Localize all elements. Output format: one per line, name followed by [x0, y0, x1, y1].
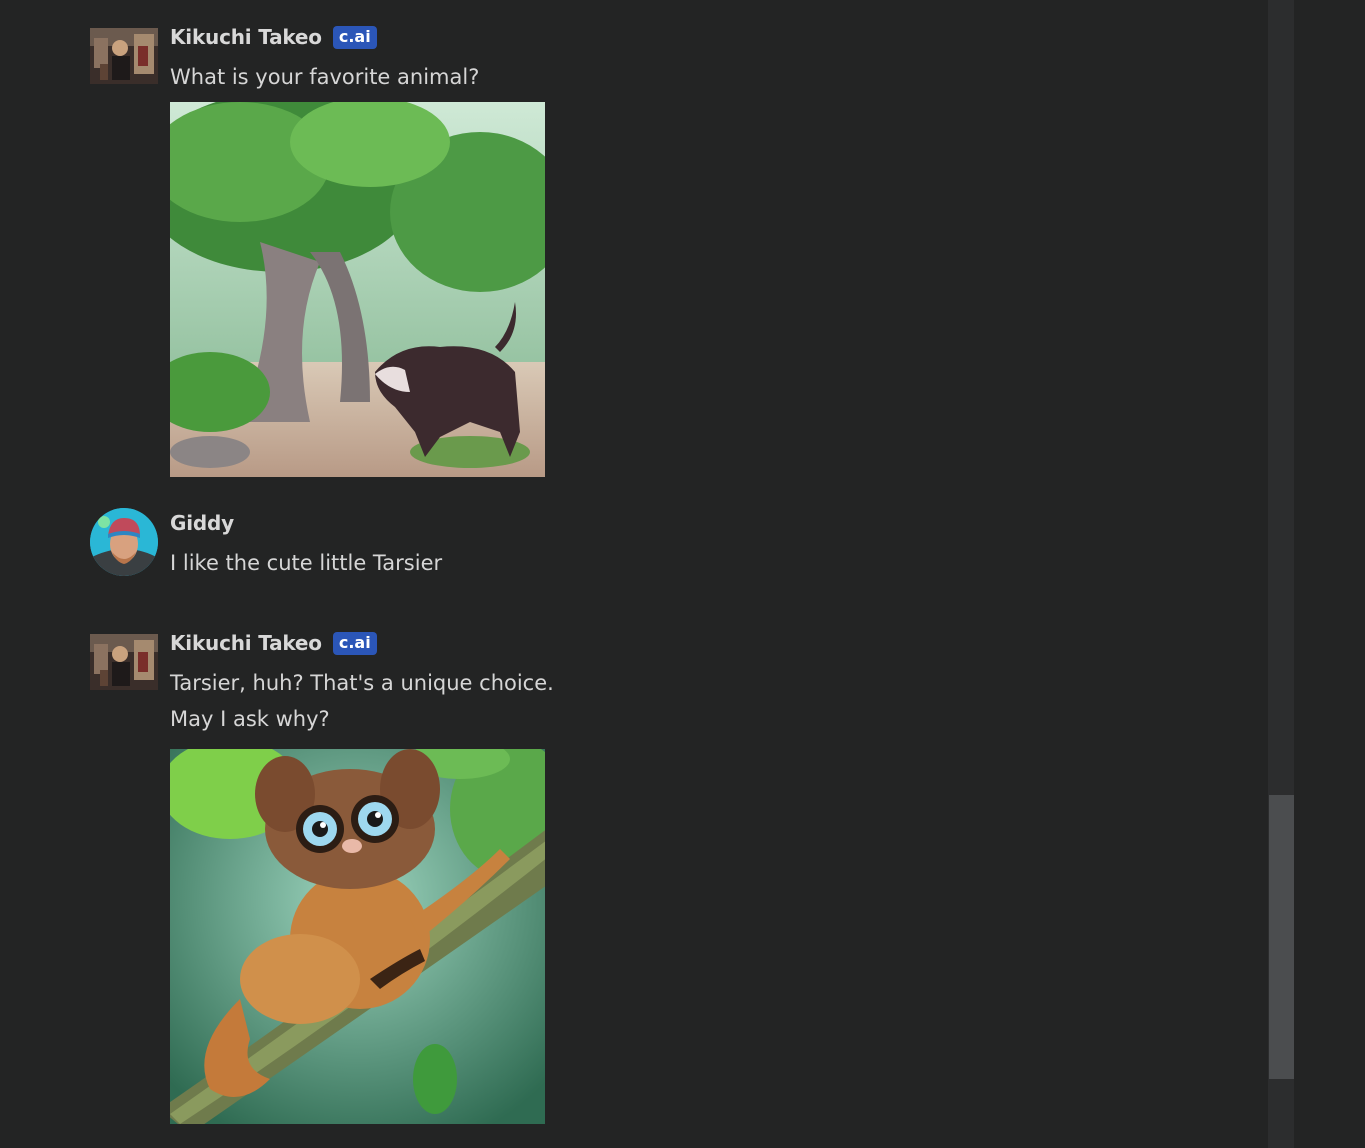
user-avatar-icon[interactable]: [90, 508, 158, 576]
author-name: Giddy: [170, 511, 234, 535]
message-image[interactable]: [170, 749, 545, 1124]
author-name: Kikuchi Takeo: [170, 631, 322, 655]
right-gutter: [1294, 0, 1365, 1148]
chat-message-list: Kikuchi Takeo c.ai What is your favorite…: [0, 0, 1268, 1148]
message-text: Tarsier, huh? That's a unique choice. Ma…: [170, 665, 870, 737]
scrollbar-thumb[interactable]: [1269, 795, 1294, 1079]
bot-avatar-icon[interactable]: [90, 634, 158, 690]
message-image[interactable]: [170, 102, 545, 477]
author-name: Kikuchi Takeo: [170, 25, 322, 49]
forest-wolf-illustration: [170, 102, 545, 477]
bot-avatar-icon[interactable]: [90, 28, 158, 84]
message-line: May I ask why?: [170, 707, 330, 731]
ai-badge: c.ai: [332, 25, 377, 49]
message-text: What is your favorite animal?: [170, 65, 480, 89]
ai-badge: c.ai: [332, 631, 377, 655]
message-text: I like the cute little Tarsier: [170, 551, 443, 575]
tarsier-illustration: [170, 749, 545, 1124]
message-line: Tarsier, huh? That's a unique choice.: [170, 671, 554, 695]
